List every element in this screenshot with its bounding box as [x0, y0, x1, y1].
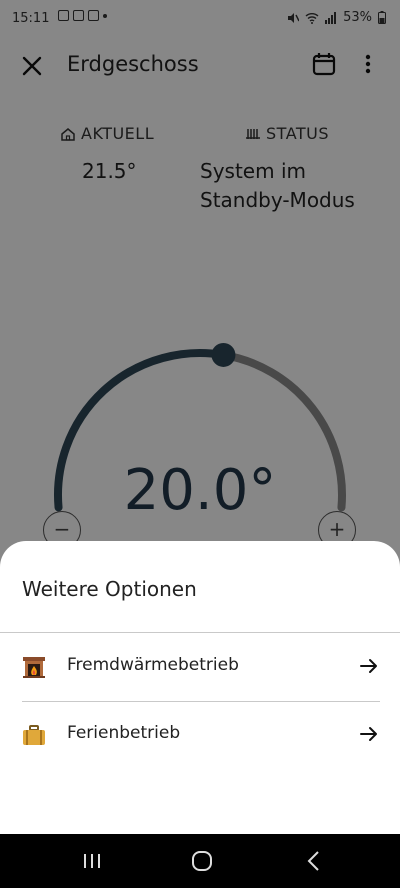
back-icon[interactable]: [300, 847, 328, 875]
sheet-divider: [0, 632, 400, 633]
options-bottom-sheet: Weitere Optionen Fremdwärmebetrieb Ferie…: [0, 541, 400, 834]
recent-apps-icon[interactable]: [78, 847, 106, 875]
suitcase-icon: [23, 725, 45, 745]
arrow-right-icon: [360, 727, 377, 741]
option-label: Fremdwärmebetrieb: [67, 655, 239, 675]
fireplace-icon: [23, 657, 45, 678]
system-nav-bar: [0, 834, 400, 888]
option-ferienbetrieb[interactable]: Ferienbetrieb: [0, 707, 400, 763]
home-button-icon[interactable]: [188, 847, 216, 875]
sheet-title: Weitere Optionen: [22, 577, 197, 601]
option-label: Ferienbetrieb: [67, 723, 181, 743]
option-fremdwaermebetrieb[interactable]: Fremdwärmebetrieb: [0, 639, 400, 695]
arrow-right-icon: [360, 659, 377, 673]
option-divider: [22, 701, 380, 702]
